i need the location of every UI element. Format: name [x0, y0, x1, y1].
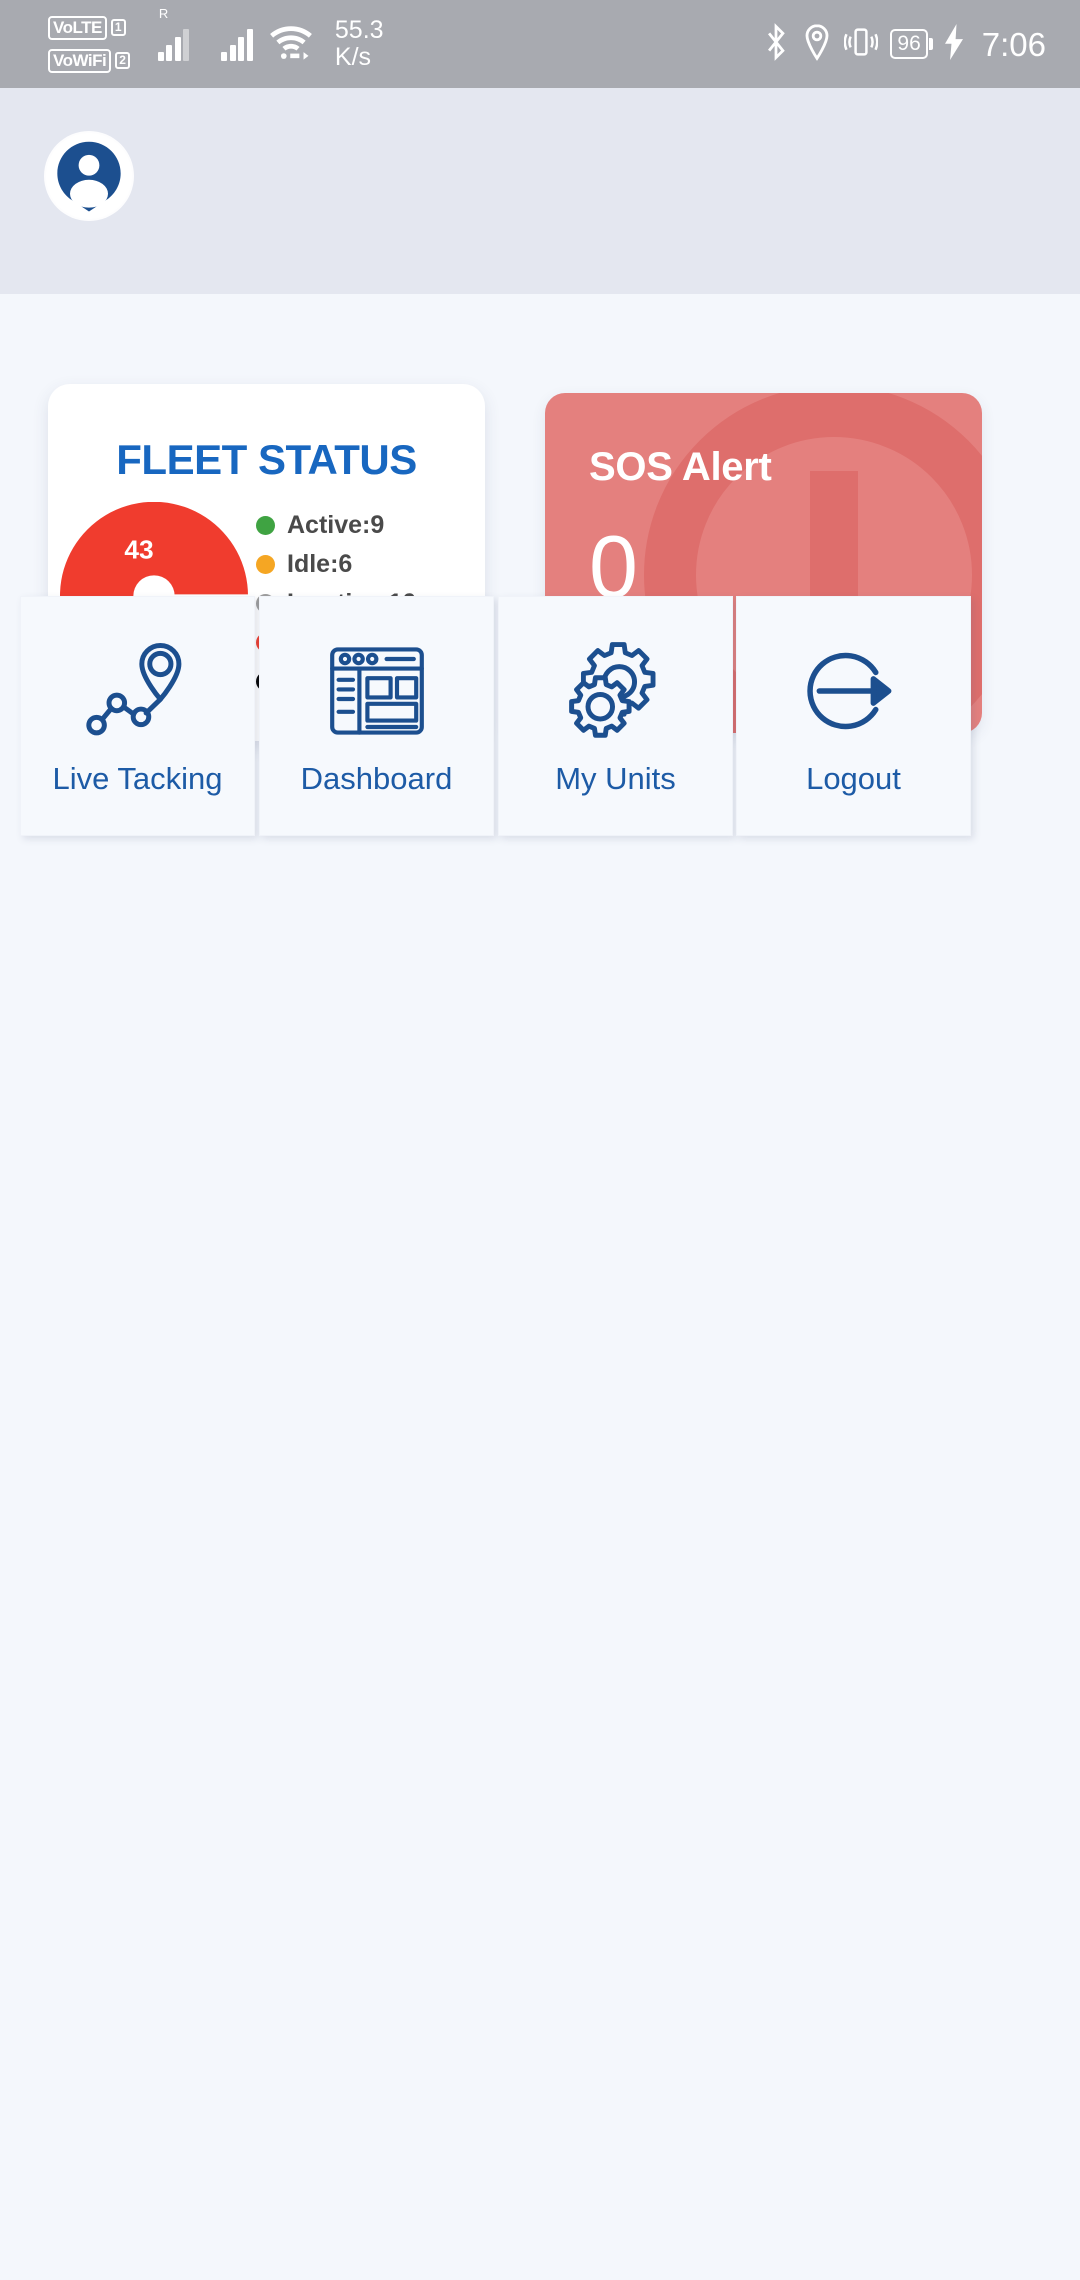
- wifi-icon: [267, 23, 315, 66]
- menu-tile-live-tracking[interactable]: Live Tacking: [20, 596, 255, 836]
- menu-tile-dashboard[interactable]: Dashboard: [259, 596, 494, 836]
- pie-label-stopped: 43: [124, 534, 153, 564]
- vibrate-icon: [844, 23, 879, 66]
- page-body: FLEET STATUS 43 Active:9 Idle:6 SOS Aler…: [0, 294, 1080, 2280]
- legend-dot-active: [256, 516, 275, 535]
- status-bar-left: VoLTE 1 VoWiFi 2 R 55.3 K/s: [48, 7, 384, 73]
- sim1-number: 1: [110, 19, 126, 36]
- signal-bars-icon-2: [221, 27, 253, 61]
- sim1-indicator: VoLTE 1: [48, 15, 130, 40]
- network-speed: 55.3 K/s: [335, 17, 384, 71]
- signal-bars-icon: [157, 27, 190, 61]
- status-bar: VoLTE 1 VoWiFi 2 R 55.3 K/s 96 7:06: [0, 0, 1080, 88]
- app-header: [0, 88, 1080, 294]
- account-avatar-button[interactable]: [46, 133, 132, 219]
- bluetooth-icon: [762, 22, 790, 66]
- legend-label-active: Active:9: [287, 511, 385, 539]
- menu-tile-label-live-tracking: Live Tacking: [52, 761, 223, 796]
- menu-tile-label-my-units: My Units: [555, 761, 676, 796]
- sos-alert-title: SOS Alert: [589, 445, 772, 489]
- legend-item-idle: Idle:6: [256, 551, 425, 578]
- network-speed-unit: K/s: [334, 43, 372, 71]
- logout-arrow-icon: [804, 636, 904, 746]
- menu-grid: Live Tacking Dashboard My Units Logout: [20, 596, 1080, 839]
- signal-strength-sim2: [221, 27, 253, 61]
- menu-tile-my-units[interactable]: My Units: [498, 596, 733, 836]
- status-bar-right: 96 7:06: [762, 22, 1046, 66]
- volte-badge: VoLTE: [48, 15, 107, 40]
- charging-bolt-icon: [944, 23, 964, 65]
- legend-item-active: Active:9: [256, 512, 425, 539]
- battery-icon: 96: [890, 29, 928, 59]
- dashboard-window-icon: [327, 636, 427, 746]
- status-bar-clock: 7:06: [981, 25, 1046, 63]
- sim2-number: 2: [115, 52, 130, 69]
- legend-dot-idle: [256, 555, 275, 574]
- menu-tile-label-logout: Logout: [806, 761, 901, 796]
- fleet-status-title: FLEET STATUS: [116, 436, 417, 483]
- gears-icon: [563, 636, 669, 746]
- roaming-indicator: R: [158, 6, 169, 21]
- route-pin-icon: [85, 636, 191, 746]
- sim-indicators: VoLTE 1 VoWiFi 2: [48, 15, 130, 73]
- vowifi-badge: VoWiFi: [48, 48, 112, 73]
- sim2-indicator: VoWiFi 2: [48, 48, 130, 73]
- signal-strength-sim1: R: [157, 7, 190, 61]
- location-icon: [802, 23, 832, 66]
- menu-tile-logout[interactable]: Logout: [736, 596, 971, 836]
- avatar-icon: [57, 141, 121, 212]
- legend-label-idle: Idle:6: [287, 550, 353, 578]
- network-speed-value: 55.3: [334, 16, 384, 44]
- menu-tile-label-dashboard: Dashboard: [300, 761, 453, 796]
